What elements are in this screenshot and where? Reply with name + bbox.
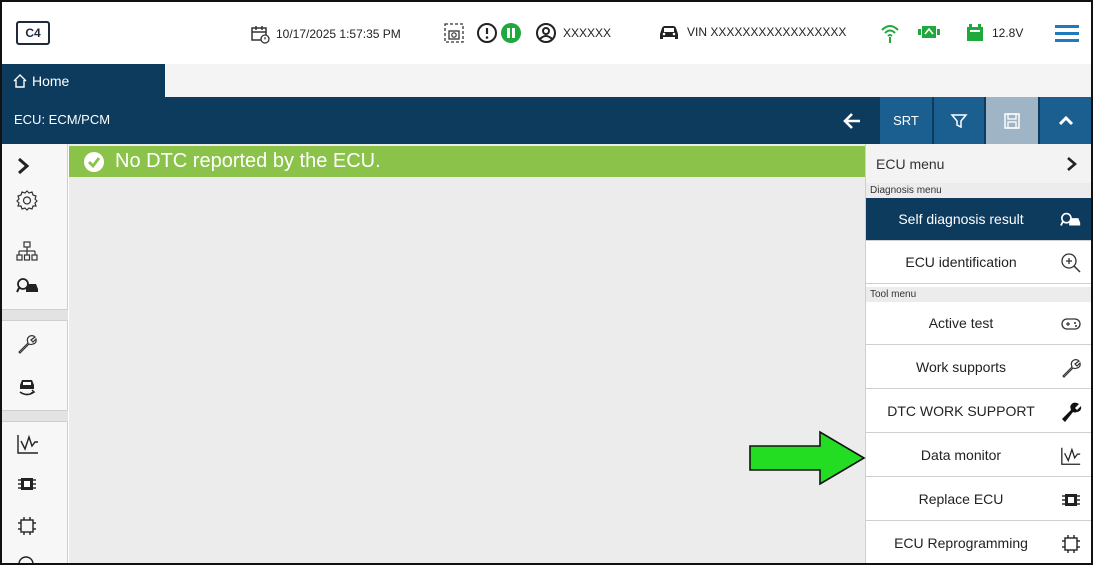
srt-button[interactable]: SRT xyxy=(880,97,932,144)
expand-rail-button[interactable] xyxy=(2,150,68,182)
ecu-menu-title: ECU menu xyxy=(876,155,945,172)
datetime-text: 10/17/2025 1:57:35 PM xyxy=(276,27,401,41)
dtc-status-banner: No DTC reported by the ECU. xyxy=(69,146,865,177)
tool-section-header: Tool menu xyxy=(866,287,1091,302)
arrow-left-icon xyxy=(842,111,862,131)
dtc-status-text: No DTC reported by the ECU. xyxy=(115,150,381,172)
wireless-icon xyxy=(879,22,901,44)
rail-data-monitor[interactable] xyxy=(2,428,68,460)
pause-status-icon[interactable] xyxy=(500,22,522,44)
ecu-menu-header[interactable]: ECU menu xyxy=(866,144,1091,183)
menu-item-label: ECU Reprogramming xyxy=(894,535,1028,551)
alert-icon[interactable] xyxy=(476,22,498,44)
chip-outline-icon xyxy=(1060,533,1082,555)
battery-icon xyxy=(964,22,986,44)
datetime-group: 10/17/2025 1:57:35 PM xyxy=(250,24,401,44)
check-circle-icon xyxy=(83,151,105,173)
menu-item-label: Replace ECU xyxy=(918,491,1004,507)
voltage-text: 12.8V xyxy=(992,26,1024,40)
chevron-right-icon xyxy=(1066,156,1078,172)
ecu-title: ECU: ECM/PCM xyxy=(14,112,111,127)
rail-vehicle-reset[interactable] xyxy=(2,370,68,402)
vin-group: VIN XXXXXXXXXXXXXXXXX xyxy=(657,22,846,42)
menu-item-label: DTC WORK SUPPORT xyxy=(887,403,1035,419)
waveform-icon xyxy=(1060,445,1082,467)
user-group[interactable]: XXXXXX xyxy=(535,22,611,44)
user-icon xyxy=(535,22,557,44)
chip-solid-icon xyxy=(1060,489,1082,511)
car-search-icon xyxy=(16,277,40,295)
menu-ecu-identification[interactable]: ECU identification xyxy=(866,241,1091,284)
calendar-clock-icon xyxy=(250,24,270,44)
vci-connection-icon xyxy=(917,24,941,40)
back-button[interactable] xyxy=(831,97,873,144)
chip-outline-icon xyxy=(16,515,38,537)
menu-self-diagnosis-result[interactable]: Self diagnosis result xyxy=(866,198,1091,241)
menu-item-label: ECU identification xyxy=(905,254,1017,270)
menu-item-label: Self diagnosis result xyxy=(898,211,1024,227)
rail-reprogramming[interactable] xyxy=(2,510,68,542)
network-tree-icon xyxy=(16,241,38,263)
app-window: C4 10/17/2025 1:57:35 PM XXXXXX VIN XXXX… xyxy=(0,0,1093,565)
menu-item-label: Work supports xyxy=(916,359,1006,375)
filter-icon xyxy=(950,112,968,130)
clock-icon xyxy=(16,552,36,563)
hamburger-menu-icon[interactable] xyxy=(1054,23,1080,43)
menu-item-label: Data monitor xyxy=(920,447,1002,463)
rail-separator xyxy=(2,410,68,422)
chevron-right-icon xyxy=(16,157,30,175)
screenshot-icon[interactable] xyxy=(443,22,465,44)
rail-topology[interactable] xyxy=(2,236,68,268)
menu-ecu-reprogramming[interactable]: ECU Reprogramming xyxy=(866,522,1091,563)
menu-data-monitor[interactable]: Data monitor xyxy=(866,434,1091,477)
menu-item-label: Active test xyxy=(928,315,994,331)
menu-active-test[interactable]: Active test xyxy=(866,302,1091,345)
menu-dtc-work-support[interactable]: DTC WORK SUPPORT xyxy=(866,390,1091,433)
main-content: No DTC reported by the ECU. xyxy=(69,144,865,563)
car-refresh-icon xyxy=(16,375,38,397)
diagnosis-section-header: Diagnosis menu xyxy=(866,183,1091,198)
battery-group: 12.8V xyxy=(964,22,1023,44)
app-logo: C4 xyxy=(16,21,50,45)
rail-work-support[interactable] xyxy=(2,328,68,360)
rail-settings[interactable] xyxy=(2,184,68,216)
gamepad-icon xyxy=(1060,313,1082,335)
chevron-up-icon xyxy=(1057,112,1075,130)
green-pointer-arrow-icon xyxy=(749,430,866,486)
filter-button[interactable] xyxy=(934,97,984,144)
user-name: XXXXXX xyxy=(563,26,612,40)
zoom-in-icon xyxy=(1060,252,1082,274)
wrench-outline-icon xyxy=(1060,357,1082,379)
save-icon xyxy=(1003,112,1021,130)
car-search-icon xyxy=(1060,209,1082,231)
wrench-solid-icon xyxy=(1060,401,1082,423)
waveform-icon xyxy=(16,433,40,455)
vin-text: VIN XXXXXXXXXXXXXXXXX xyxy=(687,25,847,39)
wrench-outline-icon xyxy=(16,333,38,355)
tab-strip: Home xyxy=(2,64,1091,97)
status-bar: C4 10/17/2025 1:57:35 PM XXXXXX VIN XXXX… xyxy=(2,2,1091,64)
rail-separator xyxy=(2,309,68,321)
menu-work-supports[interactable]: Work supports xyxy=(866,346,1091,389)
ecu-menu-panel: ECU menu Diagnosis menu Self diagnosis r… xyxy=(865,144,1091,563)
rail-replace-ecu[interactable] xyxy=(2,468,68,500)
menu-replace-ecu[interactable]: Replace ECU xyxy=(866,478,1091,521)
left-icon-rail xyxy=(2,144,68,563)
tab-home-label: Home xyxy=(32,72,70,89)
rail-self-diagnosis[interactable] xyxy=(2,270,68,302)
rail-more[interactable] xyxy=(2,546,68,563)
chip-solid-icon xyxy=(16,473,38,495)
save-button[interactable] xyxy=(986,97,1038,144)
collapse-button[interactable] xyxy=(1040,97,1091,144)
tab-home[interactable]: Home xyxy=(2,64,165,97)
gear-icon xyxy=(16,189,38,211)
home-icon xyxy=(12,73,28,89)
car-icon xyxy=(657,22,681,42)
ecu-header-bar: ECU: ECM/PCM SRT xyxy=(2,97,1091,144)
